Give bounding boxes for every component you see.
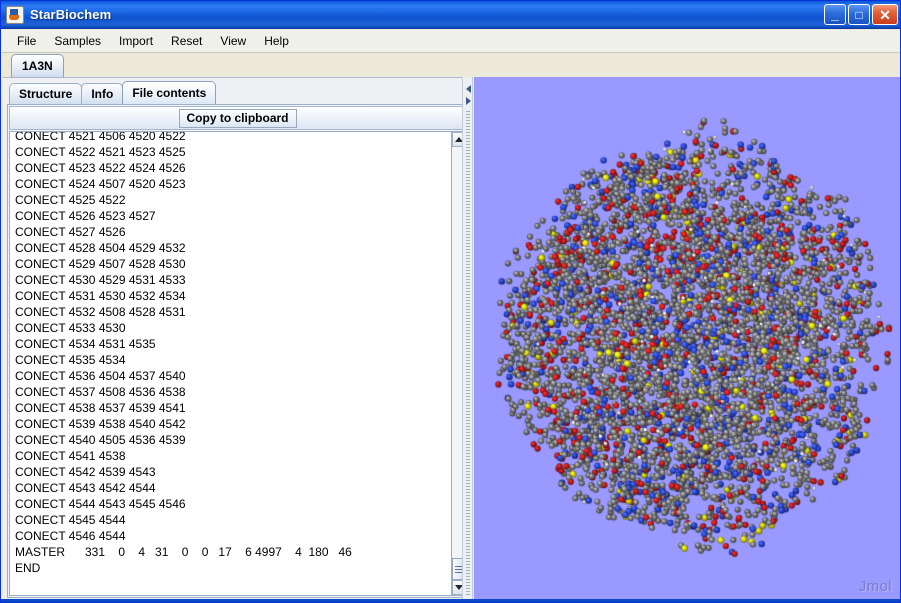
file-contents-panel: Copy to clipboard CONECT 4521 4506 4520 …	[7, 104, 467, 598]
file-contents-line: CONECT 4521 4506 4520 4522	[15, 131, 186, 143]
jmol-viewer[interactable]: Jmol	[474, 77, 900, 601]
close-button[interactable]: ✕	[872, 4, 898, 25]
application-window: StarBiochem _ □ ✕ File Samples Import Re…	[0, 0, 901, 603]
java-coffee-cup-icon	[6, 5, 24, 24]
file-contents-line: CONECT 4525 4522	[15, 193, 126, 207]
window-controls: _ □ ✕	[824, 4, 898, 25]
copy-to-clipboard-button[interactable]: Copy to clipboard	[178, 108, 297, 128]
file-contents-line: CONECT 4545 4544	[15, 513, 126, 527]
menu-item-view[interactable]: View	[211, 31, 255, 51]
split-pane-divider[interactable]	[462, 77, 473, 601]
menu-item-reset[interactable]: Reset	[162, 31, 211, 51]
split-divider-grip[interactable]	[466, 111, 470, 597]
file-contents-textarea[interactable]: CONECT 4521 4506 4520 4522 CONECT 4522 45…	[9, 131, 451, 596]
menu-item-samples[interactable]: Samples	[45, 31, 110, 51]
file-contents-line: CONECT 4544 4543 4545 4546	[15, 497, 186, 511]
menu-item-help[interactable]: Help	[255, 31, 298, 51]
file-contents-line: CONECT 4540 4505 4536 4539	[15, 433, 186, 447]
file-contents-line: CONECT 4527 4526	[15, 225, 126, 239]
file-contents-line: CONECT 4542 4539 4543	[15, 465, 156, 479]
file-contents-line: CONECT 4537 4508 4536 4538	[15, 385, 186, 399]
file-contents-line: MASTER 331 0 4 31 0 0 17 6 4997 4 180 46	[15, 545, 352, 559]
tab-file-contents-label: File contents	[132, 86, 207, 100]
file-contents-line: CONECT 4546 4544	[15, 529, 126, 543]
file-contents-line: CONECT 4531 4530 4532 4534	[15, 289, 186, 303]
title-bar: StarBiochem _ □ ✕	[1, 1, 900, 29]
file-contents-line: END	[15, 561, 41, 575]
tab-structure-label: Structure	[19, 87, 73, 101]
file-contents-line: CONECT 4543 4542 4544	[15, 481, 156, 495]
close-icon: ✕	[879, 6, 891, 23]
tab-1a3n-label: 1A3N	[22, 59, 53, 73]
file-contents-line: CONECT 4539 4538 4540 4542	[15, 417, 186, 431]
jmol-watermark: Jmol	[858, 578, 892, 595]
file-contents-lines: CONECT 4521 4506 4520 4522 CONECT 4522 45…	[10, 131, 451, 576]
copy-toolbar: Copy to clipboard	[9, 106, 466, 130]
file-contents-line: CONECT 4536 4504 4537 4540	[15, 369, 186, 383]
file-contents-line: CONECT 4532 4508 4528 4531	[15, 305, 186, 319]
tab-1a3n[interactable]: 1A3N	[11, 54, 64, 77]
arrow-right-triangle	[465, 96, 471, 105]
file-contents-line: CONECT 4526 4523 4527	[15, 209, 156, 223]
arrow-left-triangle	[465, 84, 471, 93]
arrow-left-icon[interactable]	[464, 84, 472, 93]
file-contents-line: CONECT 4533 4530	[15, 321, 126, 335]
inner-tab-bar: Structure Info File contents	[9, 81, 217, 104]
minimize-button[interactable]: _	[824, 4, 846, 25]
menu-item-file[interactable]: File	[8, 31, 45, 51]
file-contents-line: CONECT 4528 4504 4529 4532	[15, 241, 186, 255]
file-contents-line: CONECT 4522 4521 4523 4525	[15, 145, 186, 159]
tab-info-label: Info	[91, 87, 114, 101]
file-contents-line: CONECT 4534 4531 4535	[15, 337, 156, 351]
file-contents-line: CONECT 4530 4529 4531 4533	[15, 273, 186, 287]
menu-item-import[interactable]: Import	[110, 31, 162, 51]
maximize-button[interactable]: □	[848, 4, 870, 25]
molecule-render[interactable]	[474, 77, 900, 601]
file-contents-line: CONECT 4524 4507 4520 4523	[15, 177, 186, 191]
left-panel: Structure Info File contents Copy to cli…	[3, 77, 470, 601]
minimize-icon: _	[831, 6, 839, 22]
file-contents-line: CONECT 4541 4538	[15, 449, 126, 463]
file-contents-line: CONECT 4535 4534	[15, 353, 126, 367]
tab-structure[interactable]: Structure	[9, 83, 83, 104]
maximize-icon: □	[855, 7, 863, 22]
file-contents-line: CONECT 4538 4537 4539 4541	[15, 401, 186, 415]
window-title: StarBiochem	[30, 7, 112, 22]
file-contents-line: CONECT 4523 4522 4524 4526	[15, 161, 186, 175]
outer-tab-bar: 1A3N	[5, 54, 898, 77]
menu-bar: File Samples Import Reset View Help	[2, 30, 900, 53]
arrow-right-icon[interactable]	[464, 96, 472, 105]
tab-info[interactable]: Info	[81, 83, 124, 104]
window-bottom-border	[1, 599, 900, 602]
tab-file-contents[interactable]: File contents	[122, 81, 217, 104]
file-contents-line: CONECT 4529 4507 4528 4530	[15, 257, 186, 271]
